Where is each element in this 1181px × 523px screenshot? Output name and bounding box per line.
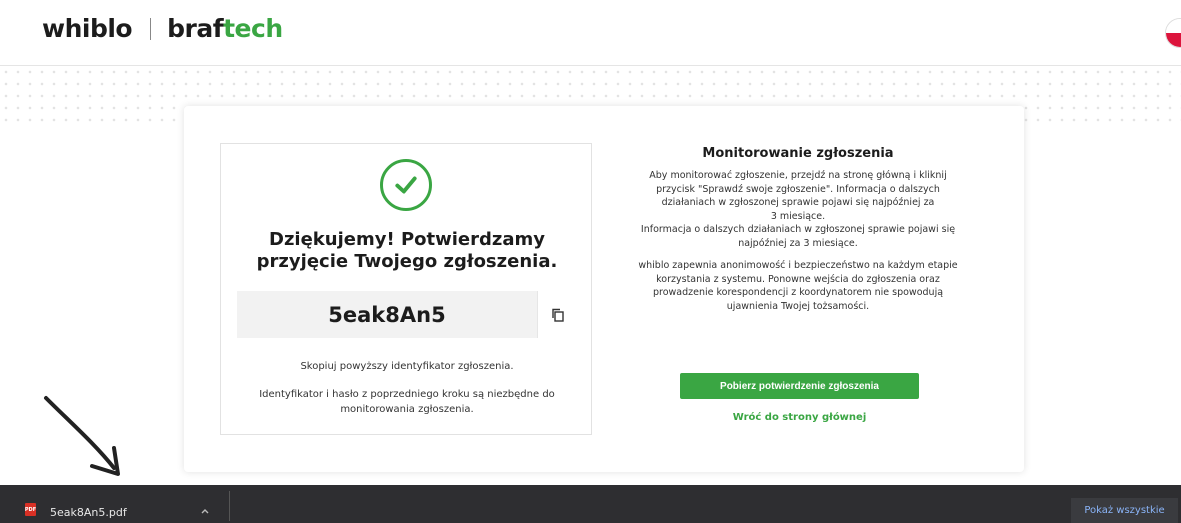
privacy-line: prowadzenie korespondencji z koordynator… [652, 287, 944, 298]
privacy-line: ujawnienia Twojej tożsamości. [726, 300, 870, 312]
download-confirmation-button[interactable]: Pobierz potwierdzenie zgłoszenia [680, 373, 919, 399]
monitoring-line: działaniach w zgłoszonej sprawie pojawi … [661, 197, 935, 208]
monitoring-line: Informacja o dalszych działaniach w zgło… [640, 224, 956, 235]
pdf-file-icon-label: PDF [24, 506, 37, 513]
monitoring-text: Aby monitorować zgłoszenie, przejdź na s… [608, 169, 988, 313]
copy-button[interactable] [537, 291, 577, 338]
monitoring-title: Monitorowanie zgłoszenia [702, 146, 894, 161]
report-id[interactable]: 5eak8An5 [237, 291, 537, 338]
back-to-home-link[interactable]: Wróć do strony głównej [680, 412, 919, 423]
chevron-up-icon[interactable] [200, 506, 210, 516]
download-divider [229, 491, 230, 521]
logo-whiblo: whiblo [42, 14, 133, 43]
header: whiblo braftech [0, 0, 1181, 66]
poland-flag-icon[interactable] [1165, 18, 1181, 48]
confirmation-title-line2: przyjęcie Twojego zgłoszenia. [256, 251, 558, 272]
monitoring-panel: Monitorowanie zgłoszenia Aby monitorować… [608, 146, 988, 313]
download-file-name: 5eak8An5.pdf [50, 506, 127, 519]
arrow-annotation-icon [44, 396, 120, 476]
pdf-file-icon: PDF [25, 503, 36, 516]
report-id-box: 5eak8An5 [237, 291, 577, 338]
monitoring-line: przycisk "Sprawdź swoje zgłoszenie". Inf… [656, 183, 940, 195]
confirmation-card: Dziękujemy! Potwierdzamy przyjęcie Twoje… [184, 106, 1024, 472]
copy-icon [551, 308, 564, 322]
privacy-line: whiblo zapewnia anonimowość i bezpieczeń… [638, 260, 958, 271]
logo-braftech-suffix: tech [223, 14, 283, 43]
logo-braftech: braftech [167, 14, 283, 43]
confirmation-title-line1: Dziękujemy! Potwierdzamy [269, 229, 545, 250]
monitoring-line: 3 miesiące. [770, 210, 826, 222]
privacy-line: korzystania z systemu. Ponowne wejścia d… [656, 273, 940, 285]
monitoring-line: najpóźniej za 3 miesiące. [738, 237, 858, 249]
checkmark-icon [395, 176, 417, 194]
confirmation-panel: Dziękujemy! Potwierdzamy przyjęcie Twoje… [220, 143, 592, 435]
copy-hint: Skopiuj powyższy identyfikator zgłoszeni… [300, 361, 514, 372]
download-bar: PDF 5eak8An5.pdf Pokaż wszystkie [0, 485, 1181, 523]
id-note: Identyfikator i hasło z poprzedniego kro… [259, 389, 555, 415]
show-all-downloads-button[interactable]: Pokaż wszystkie [1071, 498, 1178, 523]
confirmation-title: Dziękujemy! Potwierdzamy przyjęcie Twoje… [221, 229, 593, 273]
logo[interactable]: whiblo braftech [42, 14, 283, 43]
check-circle-icon [380, 159, 432, 211]
monitoring-line: Aby monitorować zgłoszenie, przejdź na s… [649, 170, 947, 181]
logo-divider [150, 17, 152, 40]
logo-braftech-prefix: braf [167, 14, 224, 43]
download-item[interactable]: PDF 5eak8An5.pdf [0, 485, 229, 523]
